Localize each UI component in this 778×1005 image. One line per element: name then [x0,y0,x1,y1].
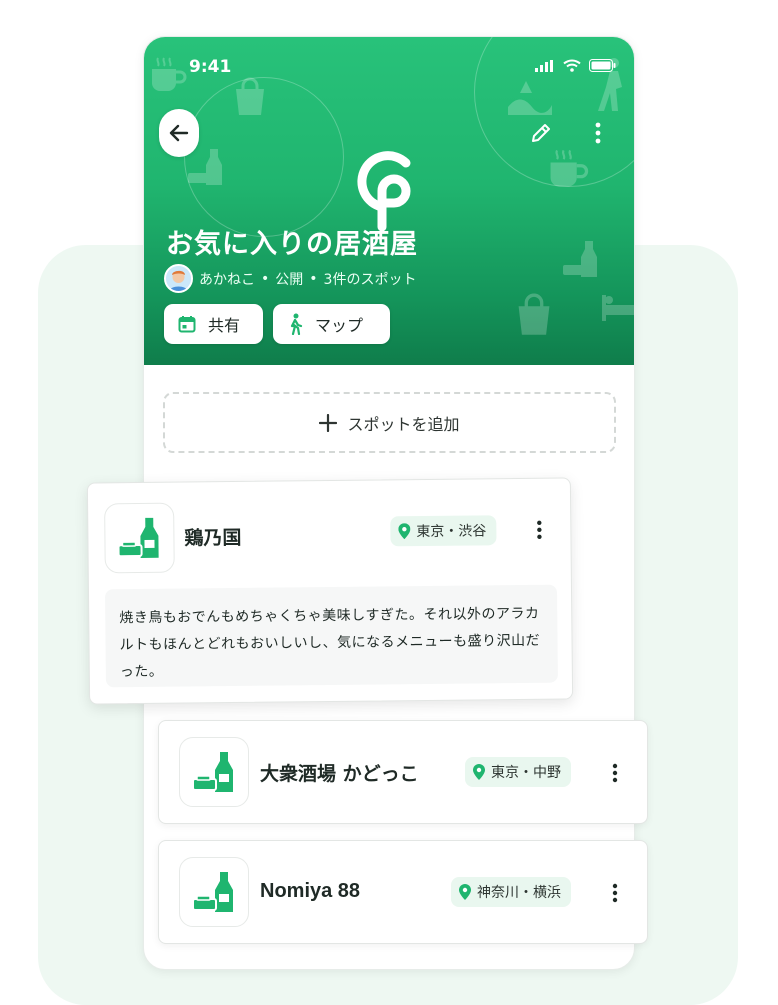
list-header: 9:41 お気に入りの居酒屋 あかねこ • 公開 • 3件のスポット 共有 マッ… [144,37,634,365]
location-label: 神奈川・横浜 [477,885,561,901]
map-pin-icon [459,884,471,900]
location-badge: 東京・中野 [465,757,571,787]
spot-comment: 焼き鳥もおでんもめちゃくちゃ美味しすぎた。それ以外のアラカルトもほんとどれもおい… [104,584,558,688]
shopping-bag-icon [236,77,264,115]
location-label: 東京・中野 [491,765,561,781]
visibility-label: 公開 [275,271,304,288]
coffee-cup-icon [152,57,187,91]
spot-more-button[interactable] [529,516,549,544]
wifi-icon [563,59,581,72]
more-vertical-icon [612,883,618,903]
coffee-cup-icon [550,149,589,187]
header-more-button[interactable] [586,119,610,147]
sake-bottle-icon [192,872,233,912]
sake-bottle-icon [117,517,159,558]
sake-bottle-icon [192,752,233,792]
walking-person-icon [290,313,303,335]
list-meta: あかねこ • 公開 • 3件のスポット [164,264,416,293]
calendar-icon [178,316,196,333]
map-button[interactable]: マップ [273,304,390,344]
battery-icon [589,59,616,72]
spot-card[interactable]: 大衆酒場 かどっこ 東京・中野 [158,720,648,824]
spot-name: Nomiya 88 [260,880,361,902]
spot-thumbnail [179,737,249,807]
map-pin-icon [473,764,485,780]
map-label: マップ [315,316,364,335]
spot-card[interactable]: 鶏乃国 東京・渋谷 焼き鳥もおでんもめちゃくちゃ美味しすぎた。それ以外のアラカル… [86,477,574,705]
pencil-icon [532,124,550,142]
sake-bottle-icon [563,241,597,277]
status-icons [535,59,616,72]
location-label: 東京・渋谷 [416,523,487,541]
app-logo [357,151,411,232]
arrow-left-icon [169,124,189,142]
meta-separator: • [261,270,270,287]
shopping-bag-icon [518,293,550,335]
spot-thumbnail [179,857,249,927]
spot-card[interactable]: Nomiya 88 神奈川・横浜 [158,840,648,944]
bed-icon [602,295,634,321]
more-vertical-icon [612,763,618,783]
spot-more-button[interactable] [605,879,625,907]
status-time: 9:41 [189,57,232,77]
edit-button[interactable] [527,119,555,147]
location-badge: 東京・渋谷 [390,515,497,547]
meta-separator: • [309,270,318,287]
owner-name: あかねこ [199,271,255,288]
spot-more-button[interactable] [605,759,625,787]
spot-thumbnail [104,502,175,574]
spot-name: 鶏乃国 [184,526,242,550]
share-button[interactable]: 共有 [164,304,263,344]
spot-count: 3件のスポット [323,271,417,288]
user-avatar-illustration [166,266,191,291]
add-spot-label: スポットを追加 [347,414,460,434]
add-spot-button[interactable]: スポットを追加 [163,392,616,453]
location-badge: 神奈川・横浜 [451,877,571,907]
plus-icon [319,413,338,432]
share-label: 共有 [208,316,241,335]
avatar[interactable] [164,264,193,293]
more-vertical-icon [537,520,542,540]
back-button[interactable] [159,109,199,157]
more-vertical-icon [595,122,601,144]
map-pin-icon [398,523,411,540]
spot-name: 大衆酒場 かどっこ [260,763,419,785]
landscape-icon [508,81,552,115]
list-title: お気に入りの居酒屋 [166,229,418,260]
cellular-signal-icon [535,59,553,72]
